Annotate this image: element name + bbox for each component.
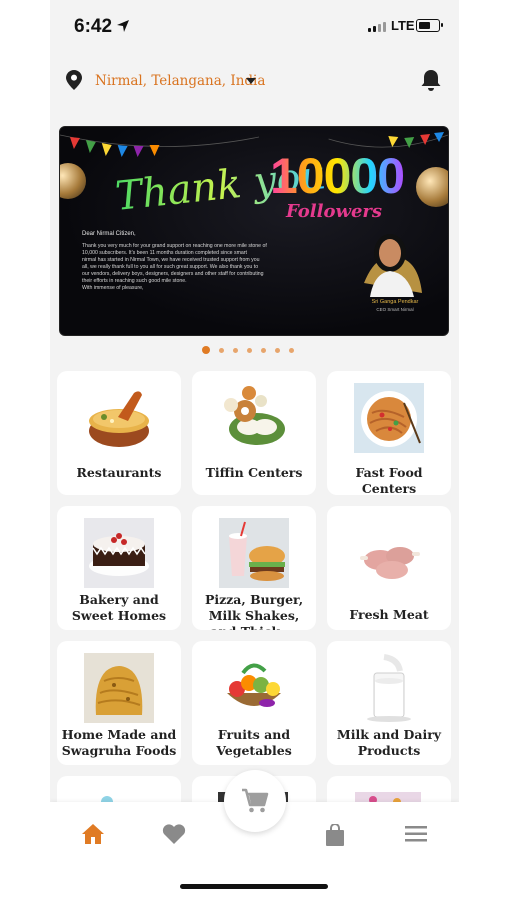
banner-signatory: Sri Ganga Pendkar (371, 299, 419, 305)
menu-icon[interactable] (405, 826, 427, 842)
carousel-dot[interactable] (289, 347, 294, 353)
milk-glass-icon (367, 654, 411, 722)
banner-greeting: Dear Nirmal Citizen, (82, 231, 136, 237)
category-label: Restaurants (76, 465, 162, 480)
banner-letter: Thank you very much for your grand suppo… (82, 243, 267, 291)
network-type: LTE (391, 18, 415, 33)
location-selector[interactable]: Nirmal, Telangana, India (95, 73, 265, 89)
home-icon[interactable] (82, 824, 104, 844)
ceo-portrait (364, 234, 422, 297)
carousel-dot[interactable] (219, 347, 224, 353)
signal-icon (368, 22, 386, 32)
bell-icon[interactable] (420, 68, 442, 92)
category-card-pizza-burger[interactable]: Pizza, Burger, Milk Shakes, and Thick ..… (192, 506, 316, 630)
carousel-dot[interactable] (275, 347, 280, 353)
promo-banner[interactable]: Thank you 10000 Followers Dear Nirmal Ci… (59, 126, 449, 336)
burger-shake-icon (219, 518, 289, 588)
snacks-icon (84, 653, 154, 723)
home-indicator[interactable] (180, 884, 328, 889)
category-card-restaurants[interactable]: Restaurants (57, 371, 181, 495)
status-time: 6:42 (74, 16, 113, 37)
bag-icon[interactable] (325, 824, 345, 846)
category-label: Home Made and Swagruha Foods (61, 727, 177, 758)
category-card-fast-food-centers[interactable]: Fast Food Centers (327, 371, 451, 495)
ornament-left (60, 163, 86, 199)
category-card-fresh-meat[interactable]: Fresh Meat (327, 506, 451, 630)
category-label: Milk and Dairy Products (336, 727, 442, 758)
category-card-tiffin-centers[interactable]: Tiffin Centers (192, 371, 316, 495)
ornament-right (416, 167, 448, 207)
app-screen: 6:42 LTE Nirmal, Telangana, India Thank … (50, 0, 459, 900)
category-label: Fresh Meat (349, 607, 429, 622)
banner-count: 10000 (270, 148, 405, 204)
category-label: Bakery and Sweet Homes (71, 592, 167, 623)
carousel-indicator[interactable] (202, 346, 294, 354)
map-pin-icon (66, 70, 82, 90)
category-label: Fast Food Centers (355, 465, 423, 495)
noodles-icon (354, 383, 424, 453)
category-grid: Restaurants Tiffin Centers Fast Food Cen… (57, 371, 452, 816)
idli-vada-icon (224, 386, 285, 445)
cart-button[interactable] (224, 770, 286, 832)
carousel-dot[interactable] (202, 346, 210, 354)
status-bar: 6:42 LTE (50, 0, 459, 52)
category-label: Tiffin Centers (205, 465, 303, 480)
category-card-bakery-sweet-homes[interactable]: Bakery and Sweet Homes (57, 506, 181, 630)
location-arrow-icon (117, 20, 129, 32)
banner-signatory-title: CEO Smart Nirmal (376, 307, 414, 312)
cake-icon (84, 518, 154, 588)
carousel-dot[interactable] (247, 347, 252, 353)
category-card-home-made-swagruha[interactable]: Home Made and Swagruha Foods (57, 641, 181, 765)
battery-icon (416, 19, 443, 32)
chicken-legs-icon (360, 547, 420, 579)
category-label: Fruits and Vegetables (216, 727, 292, 758)
fruit-basket-icon (227, 663, 281, 707)
biryani-icon (89, 391, 149, 447)
cart-icon (242, 788, 269, 813)
carousel-dot[interactable] (261, 347, 266, 353)
banner-followers: Followers (286, 201, 383, 222)
carousel-dot[interactable] (233, 347, 238, 353)
heart-icon[interactable] (162, 824, 186, 844)
caret-down-icon[interactable] (246, 78, 256, 84)
category-label: Pizza, Burger, Milk Shakes, and Thick ..… (204, 592, 304, 630)
category-card-fruits-vegetables[interactable]: Fruits and Vegetables (192, 641, 316, 765)
category-card-milk-dairy[interactable]: Milk and Dairy Products (327, 641, 451, 765)
